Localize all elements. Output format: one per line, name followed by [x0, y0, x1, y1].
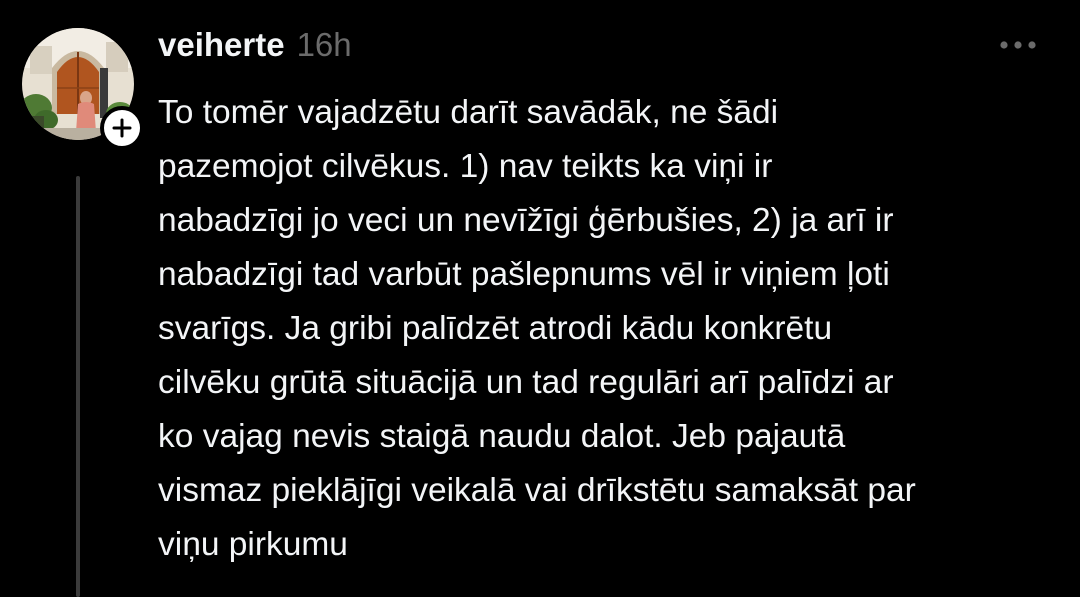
- post-timestamp: 16h: [296, 26, 352, 63]
- thread-post: veiherte 16h To tomēr vajadzētu darīt sa…: [0, 0, 1080, 597]
- more-options-button[interactable]: [996, 32, 1040, 62]
- plus-icon: [111, 117, 133, 139]
- more-horizontal-icon: [998, 38, 1038, 56]
- username[interactable]: veiherte: [158, 26, 285, 64]
- thread-line: [76, 176, 80, 597]
- avatar-container: [22, 28, 144, 150]
- follow-button[interactable]: [100, 106, 144, 150]
- post-text: To tomēr vajadzētu darīt savādāk, ne šād…: [158, 94, 916, 563]
- post-header: veiherte 16h: [158, 26, 352, 70]
